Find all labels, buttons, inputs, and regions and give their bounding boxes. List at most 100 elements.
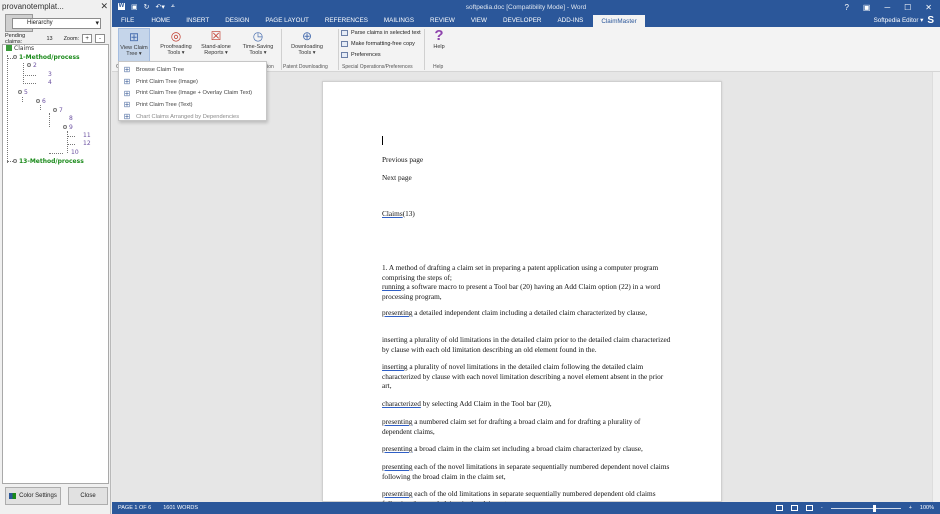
doc-paragraph-5: characterized by selecting Add Claim in …: [382, 399, 552, 408]
print-layout-icon[interactable]: [790, 505, 798, 511]
tab-file[interactable]: FILE: [112, 14, 144, 27]
parse-claims-button[interactable]: Parse claims in selected text: [341, 30, 421, 36]
tree-node-1[interactable]: 1-Method/process: [13, 54, 80, 62]
globe-icon: ⊕: [301, 29, 313, 43]
status-bar: PAGE 1 OF 6 1601 WORDS - + 100%: [112, 502, 940, 514]
zoom-minus-button[interactable]: -: [95, 34, 105, 43]
parse-icon: [341, 30, 348, 36]
pending-claims-row: Pending claims: 13 Zoom: + -: [5, 32, 105, 45]
standalone-reports-button[interactable]: ☒ Stand-alone Reports ▾: [198, 28, 234, 63]
status-right: - + 100%: [775, 504, 940, 512]
tree-icon: ⊞: [123, 65, 131, 75]
pending-label: Pending claims:: [5, 32, 26, 45]
tree-node-9[interactable]: 9: [63, 124, 73, 132]
claim-tree[interactable]: Claims 1-Method/process 2 3 4 5 6 7 8 9 …: [2, 44, 109, 484]
window-title: softpedia.doc [Compatibility Mode] - Wor…: [465, 3, 587, 11]
view-mode-select[interactable]: Hierarchy: [12, 18, 101, 29]
help-button[interactable]: ? Help: [428, 28, 450, 63]
zoom-slider[interactable]: [830, 504, 901, 512]
tree-icon: ⊞: [123, 112, 131, 122]
tree-node-13[interactable]: 13-Method/process: [13, 158, 84, 166]
group-label-special-operations: Special Operations/Preferences: [342, 64, 413, 70]
document-page[interactable]: Previous page Next page Claims(13) 1. A …: [322, 81, 722, 508]
window-controls: ? ▣ ─ ☐ ✕: [844, 3, 940, 12]
user-name: Softpedia Editor ▾: [873, 17, 924, 24]
tab-review[interactable]: REVIEW: [422, 14, 463, 27]
menu-item-print-claim-tree-text[interactable]: ⊞ Print Claim Tree (Text): [119, 99, 266, 111]
proofreading-tools-button[interactable]: ◎ Proofreading Tools ▾: [156, 28, 196, 63]
tree-node-10[interactable]: 10: [71, 149, 79, 157]
menu-item-browse-claim-tree[interactable]: ⊞ Browse Claim Tree: [119, 64, 266, 76]
ribbon-options-icon[interactable]: ▣: [863, 3, 871, 12]
panel-close-icon[interactable]: ✕: [100, 1, 108, 12]
tree-node-7[interactable]: 7: [53, 107, 63, 115]
preferences-button[interactable]: Preferences: [341, 52, 381, 58]
view-claim-tree-button[interactable]: ⊞ View Claim Tree ▾: [118, 28, 150, 63]
doc-claims-heading: Claims(13): [382, 209, 415, 218]
doc-previous-page: Previous page: [382, 155, 424, 164]
menu-item-print-claim-tree-overlay[interactable]: ⊞ Print Claim Tree (Image + Overlay Clai…: [119, 87, 266, 99]
tab-design[interactable]: DESIGN: [217, 14, 257, 27]
question-icon: ?: [434, 27, 444, 44]
color-settings-button[interactable]: Color Settings: [5, 487, 61, 505]
zoom-out-button[interactable]: -: [821, 505, 823, 511]
tree-node-4[interactable]: 4: [48, 79, 52, 87]
tree-node-3[interactable]: 3: [48, 71, 52, 79]
help-icon[interactable]: ?: [844, 3, 848, 12]
tree-node-6[interactable]: 6: [36, 98, 46, 106]
tab-references[interactable]: REFERENCES: [317, 14, 376, 27]
tree-node-5[interactable]: 5: [18, 89, 28, 97]
menu-item-print-claim-tree-image[interactable]: ⊞ Print Claim Tree (Image): [119, 76, 266, 88]
close-button[interactable]: Close: [68, 487, 108, 505]
panel-title: provanotemplat...: [2, 2, 64, 11]
tree-node-12[interactable]: 12: [83, 140, 91, 148]
repeat-icon[interactable]: ↻: [144, 3, 150, 11]
formatting-free-copy-button[interactable]: Make formatting-free copy: [341, 41, 415, 47]
word-count[interactable]: 1601 WORDS: [157, 505, 204, 511]
text-cursor: [382, 136, 383, 145]
doc-paragraph-2: presenting a detailed independent claim …: [382, 308, 648, 317]
maximize-icon[interactable]: ☐: [904, 3, 911, 12]
save-icon[interactable]: ▣: [131, 3, 138, 11]
user-account[interactable]: Softpedia Editor ▾ S: [874, 15, 940, 26]
tree-node-11[interactable]: 11: [83, 132, 91, 140]
tab-developer[interactable]: DEVELOPER: [495, 14, 550, 27]
doc-paragraph-3: inserting a plurality of old limitations…: [382, 335, 671, 354]
tree-icon: ⊞: [123, 100, 131, 110]
read-mode-icon[interactable]: [775, 505, 783, 511]
quick-access-toolbar: W ▣ ↻ ↶▾ ⩡: [112, 3, 175, 11]
doc-next-page: Next page: [382, 173, 412, 182]
report-icon: ☒: [210, 29, 222, 43]
web-layout-icon[interactable]: [805, 505, 813, 511]
menu-item-chart-claims[interactable]: ⊞ Chart Claims Arranged by Dependencies: [119, 111, 266, 123]
tree-root-claims[interactable]: Claims: [6, 45, 34, 53]
zoom-level[interactable]: 100%: [920, 505, 934, 511]
close-icon[interactable]: ✕: [925, 3, 932, 12]
downloading-tools-button[interactable]: ⊕ Downloading Tools ▾: [286, 28, 328, 63]
tab-view[interactable]: VIEW: [463, 14, 495, 27]
tree-node-8[interactable]: 8: [69, 115, 73, 123]
undo-icon[interactable]: ↶▾: [156, 3, 165, 11]
word-logo-icon: W: [118, 3, 125, 10]
tab-page-layout[interactable]: PAGE LAYOUT: [257, 14, 317, 27]
panel-buttons: Color Settings Close: [0, 487, 111, 509]
tree-node-2[interactable]: 2: [27, 62, 37, 70]
claim-tree-icon: ⊞: [128, 30, 140, 44]
tab-insert[interactable]: INSERT: [178, 14, 217, 27]
claim-tree-panel: provanotemplat... ✕ Hierarchy Pending cl…: [0, 0, 111, 514]
claim-tree-menu: ⊞ Browse Claim Tree ⊞ Print Claim Tree (…: [118, 61, 267, 121]
vertical-scrollbar[interactable]: [932, 72, 940, 502]
tab-add-ins[interactable]: ADD-INS: [549, 14, 591, 27]
preferences-icon: [341, 52, 348, 58]
minimize-icon[interactable]: ─: [884, 3, 890, 12]
customize-qat-icon[interactable]: ⩡: [171, 3, 175, 11]
proofreading-icon: ◎: [170, 29, 182, 43]
document-area[interactable]: Previous page Next page Claims(13) 1. A …: [112, 72, 940, 508]
page-indicator[interactable]: PAGE 1 OF 6: [112, 505, 157, 511]
tab-home[interactable]: HOME: [143, 14, 178, 27]
zoom-in-button[interactable]: +: [909, 505, 912, 511]
tab-mailings[interactable]: MAILINGS: [376, 14, 422, 27]
zoom-plus-button[interactable]: +: [82, 34, 93, 43]
time-saving-tools-button[interactable]: ◷ Time-Saving Tools ▾: [238, 28, 278, 63]
tab-claimmaster[interactable]: ClaimMaster: [593, 14, 645, 28]
